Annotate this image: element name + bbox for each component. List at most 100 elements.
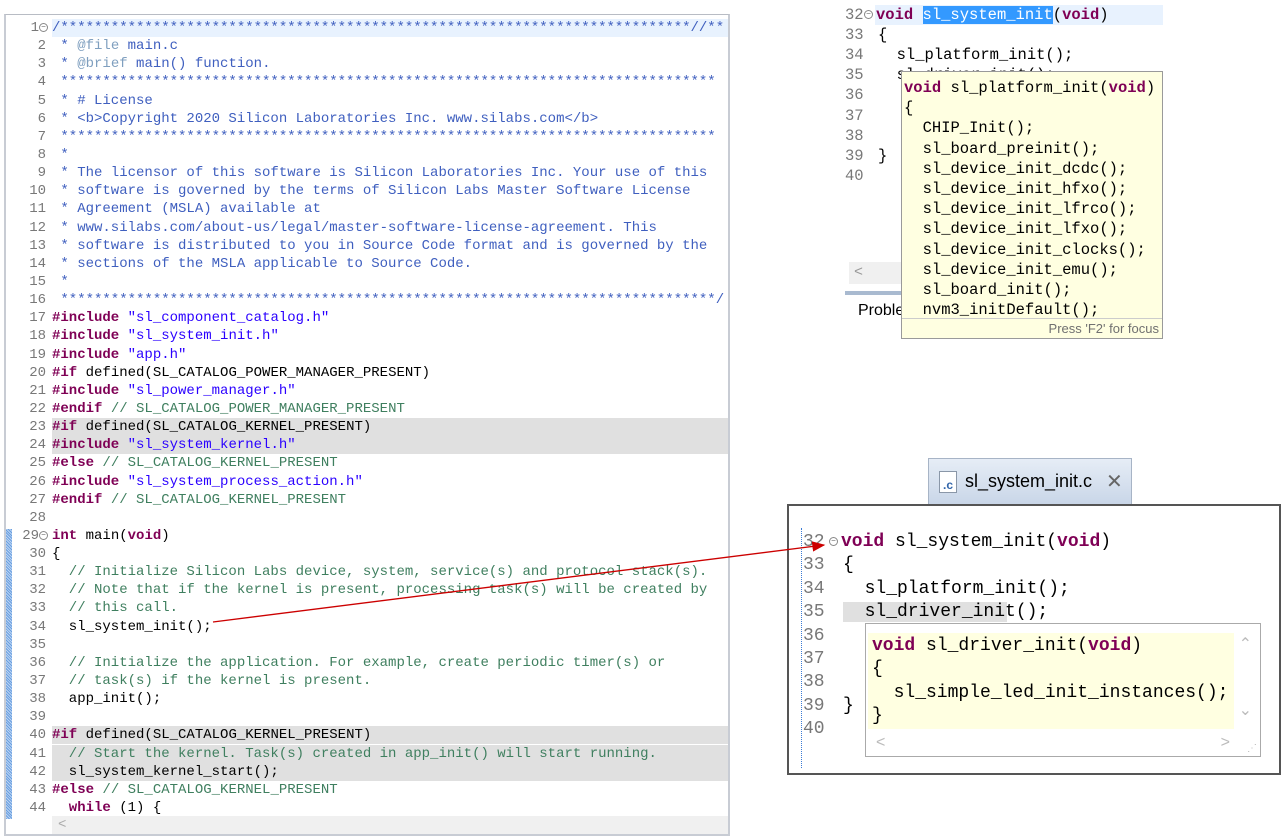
scroll-left-icon[interactable]: < xyxy=(58,817,66,833)
code-line[interactable]: #if defined(SL_CATALOG_POWER_MANAGER_PRE… xyxy=(52,364,728,382)
scroll-right-icon[interactable]: > xyxy=(1221,734,1230,752)
code-line[interactable]: ****************************************… xyxy=(52,73,728,91)
code-line[interactable]: 32− void sl_system_init(void) xyxy=(803,531,1273,554)
code-line[interactable]: // Initialize the application. For examp… xyxy=(52,654,728,672)
code-line[interactable]: #if defined(SL_CATALOG_KERNEL_PRESENT) xyxy=(52,726,728,745)
scroll-left-icon[interactable]: < xyxy=(854,264,863,281)
code-token: sl_device_init_lfxo(); xyxy=(904,220,1128,239)
code-line[interactable]: // Note that if the kernel is present, p… xyxy=(52,581,728,599)
tooltip-code-line: sl_device_init_clocks(); xyxy=(904,240,1146,260)
code-token: sl_system_init xyxy=(922,6,1053,24)
code-token: /***************************************… xyxy=(52,20,725,36)
code-line[interactable]: #else // SL_CATALOG_KERNEL_PRESENT xyxy=(52,781,728,799)
sl-system-init-editor-bottom[interactable]: 32− void sl_system_init(void) 33 {34 sl_pla… xyxy=(787,504,1281,775)
code-token: * software is governed by the terms of S… xyxy=(52,183,691,200)
code-line[interactable]: * www.silabs.com/about-us/legal/master-s… xyxy=(52,219,728,237)
code-line[interactable] xyxy=(52,636,728,654)
code-line[interactable]: /***************************************… xyxy=(52,19,728,37)
code-line[interactable]: 33 { xyxy=(845,25,1163,45)
line-number: 13 xyxy=(29,237,46,254)
code-token: void xyxy=(1062,6,1100,24)
code-line[interactable]: * @brief main() function. xyxy=(52,55,728,73)
code-line[interactable]: #include "sl_component_catalog.h" xyxy=(52,309,728,327)
code-line[interactable]: * xyxy=(52,273,728,291)
code-line[interactable]: while (1) { xyxy=(52,799,728,817)
line-number: 30 xyxy=(29,546,46,563)
code-line[interactable]: // task(s) if the kernel is present. xyxy=(52,672,728,690)
code-line[interactable]: #endif // SL_CATALOG_KERNEL_PRESENT xyxy=(52,491,728,509)
code-line[interactable]: sl_system_init(); xyxy=(52,618,728,636)
code-token: @file xyxy=(77,38,120,55)
fold-collapse-icon[interactable]: − xyxy=(39,530,48,540)
code-line[interactable] xyxy=(52,708,728,726)
code-line[interactable]: #include "sl_system_kernel.h" xyxy=(52,436,728,455)
tooltip-code-line: sl_device_init_lfrco(); xyxy=(904,199,1137,219)
code-line[interactable]: 35 sl_driver_init(); xyxy=(803,601,1273,624)
code-token: * The licensor of this software is Silic… xyxy=(52,165,708,182)
tab-sl-system-init-c[interactable]: .c sl_system_init.c ✕ xyxy=(928,458,1132,504)
code-token: #if xyxy=(52,727,78,744)
close-icon[interactable]: ✕ xyxy=(1106,469,1123,494)
code-line[interactable]: #include "sl_power_manager.h" xyxy=(52,382,728,400)
line-number: 39 xyxy=(845,146,864,165)
problems-tab[interactable]: Proble xyxy=(849,297,904,325)
code-line[interactable]: 34 sl_platform_init(); xyxy=(845,45,1163,65)
code-line[interactable]: // this call. xyxy=(52,599,728,617)
code-token: sl_board_init(); xyxy=(904,281,1072,299)
code-token: void xyxy=(876,6,914,24)
line-number: 33 xyxy=(29,600,46,617)
code-token: #include xyxy=(52,346,120,363)
code-line[interactable]: #endif // SL_CATALOG_POWER_MANAGER_PRESE… xyxy=(52,400,728,418)
code-line[interactable]: int main(void) xyxy=(52,527,728,545)
code-line[interactable]: #include "sl_system_init.h" xyxy=(52,327,728,345)
fold-collapse-icon[interactable]: − xyxy=(829,536,838,546)
code-token: (1) { xyxy=(110,800,162,817)
line-number: 33 xyxy=(803,555,825,576)
code-token: // this call. xyxy=(52,600,179,617)
code-token: void xyxy=(1057,532,1101,552)
line-number: 32 xyxy=(29,582,46,599)
code-line[interactable]: 33 { xyxy=(803,554,1273,577)
code-line[interactable]: * The licensor of this software is Silic… xyxy=(52,164,728,182)
code-line[interactable]: * software is governed by the terms of S… xyxy=(52,182,728,200)
fold-collapse-icon[interactable]: − xyxy=(39,22,48,32)
code-line[interactable]: #else // SL_CATALOG_KERNEL_PRESENT xyxy=(52,454,728,472)
code-token: ****************************************… xyxy=(52,74,716,91)
scroll-left-icon[interactable]: < xyxy=(876,734,885,752)
code-line[interactable]: #if defined(SL_CATALOG_KERNEL_PRESENT) xyxy=(52,418,728,437)
code-line[interactable]: ****************************************… xyxy=(52,128,728,146)
code-line[interactable]: // Initialize Silicon Labs device, syste… xyxy=(52,563,728,581)
code-line[interactable]: #include "sl_system_process_action.h" xyxy=(52,473,728,491)
code-token: sl_system_init(); xyxy=(52,618,212,635)
code-line[interactable]: * sections of the MSLA applicable to Sou… xyxy=(52,255,728,273)
code-token: while xyxy=(52,800,111,817)
code-line[interactable]: 34 sl_platform_init(); xyxy=(803,578,1273,601)
code-line[interactable]: * <b>Copyright 2020 Silicon Laboratories… xyxy=(52,110,728,128)
code-token: // SL_CATALOG_KERNEL_PRESENT xyxy=(102,491,347,508)
code-line[interactable]: ****************************************… xyxy=(52,291,728,309)
scroll-up-icon[interactable]: ⌃ xyxy=(1239,634,1252,654)
code-line[interactable]: 32− void sl_system_init(void) xyxy=(845,5,1163,25)
code-line[interactable]: app_init(); xyxy=(52,690,728,708)
code-line[interactable]: * @file main.c xyxy=(52,37,728,55)
code-line[interactable]: // Start the kernel. Task(s) created in … xyxy=(52,744,728,763)
code-line[interactable]: { xyxy=(52,545,728,563)
code-line[interactable]: * Agreement (MSLA) available at xyxy=(52,200,728,218)
code-token: sl_system_init( xyxy=(884,532,1058,552)
code-line[interactable]: * # License xyxy=(52,92,728,110)
code-line[interactable]: * xyxy=(52,146,728,164)
code-line[interactable] xyxy=(52,509,728,527)
scroll-down-icon[interactable]: ⌄ xyxy=(1239,700,1252,720)
horizontal-scrollbar[interactable]: < xyxy=(849,262,905,284)
c-file-icon: .c xyxy=(939,470,957,493)
code-line[interactable]: #include "app.h" xyxy=(52,346,728,364)
code-token: #else xyxy=(52,781,95,798)
code-line[interactable]: sl_system_kernel_start(); xyxy=(52,762,728,781)
code-line[interactable]: * software is distributed to you in Sour… xyxy=(52,237,728,255)
horizontal-scrollbar[interactable]: < xyxy=(52,816,728,834)
main-c-editor[interactable]: 1−/*************************************… xyxy=(4,14,730,836)
resize-grip-icon[interactable]: ⋰ xyxy=(1247,743,1257,754)
